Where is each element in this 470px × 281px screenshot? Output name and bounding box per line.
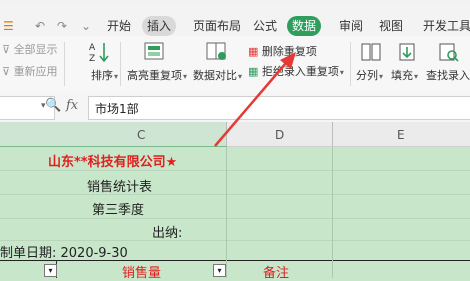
annotation-arrow [214, 52, 296, 147]
